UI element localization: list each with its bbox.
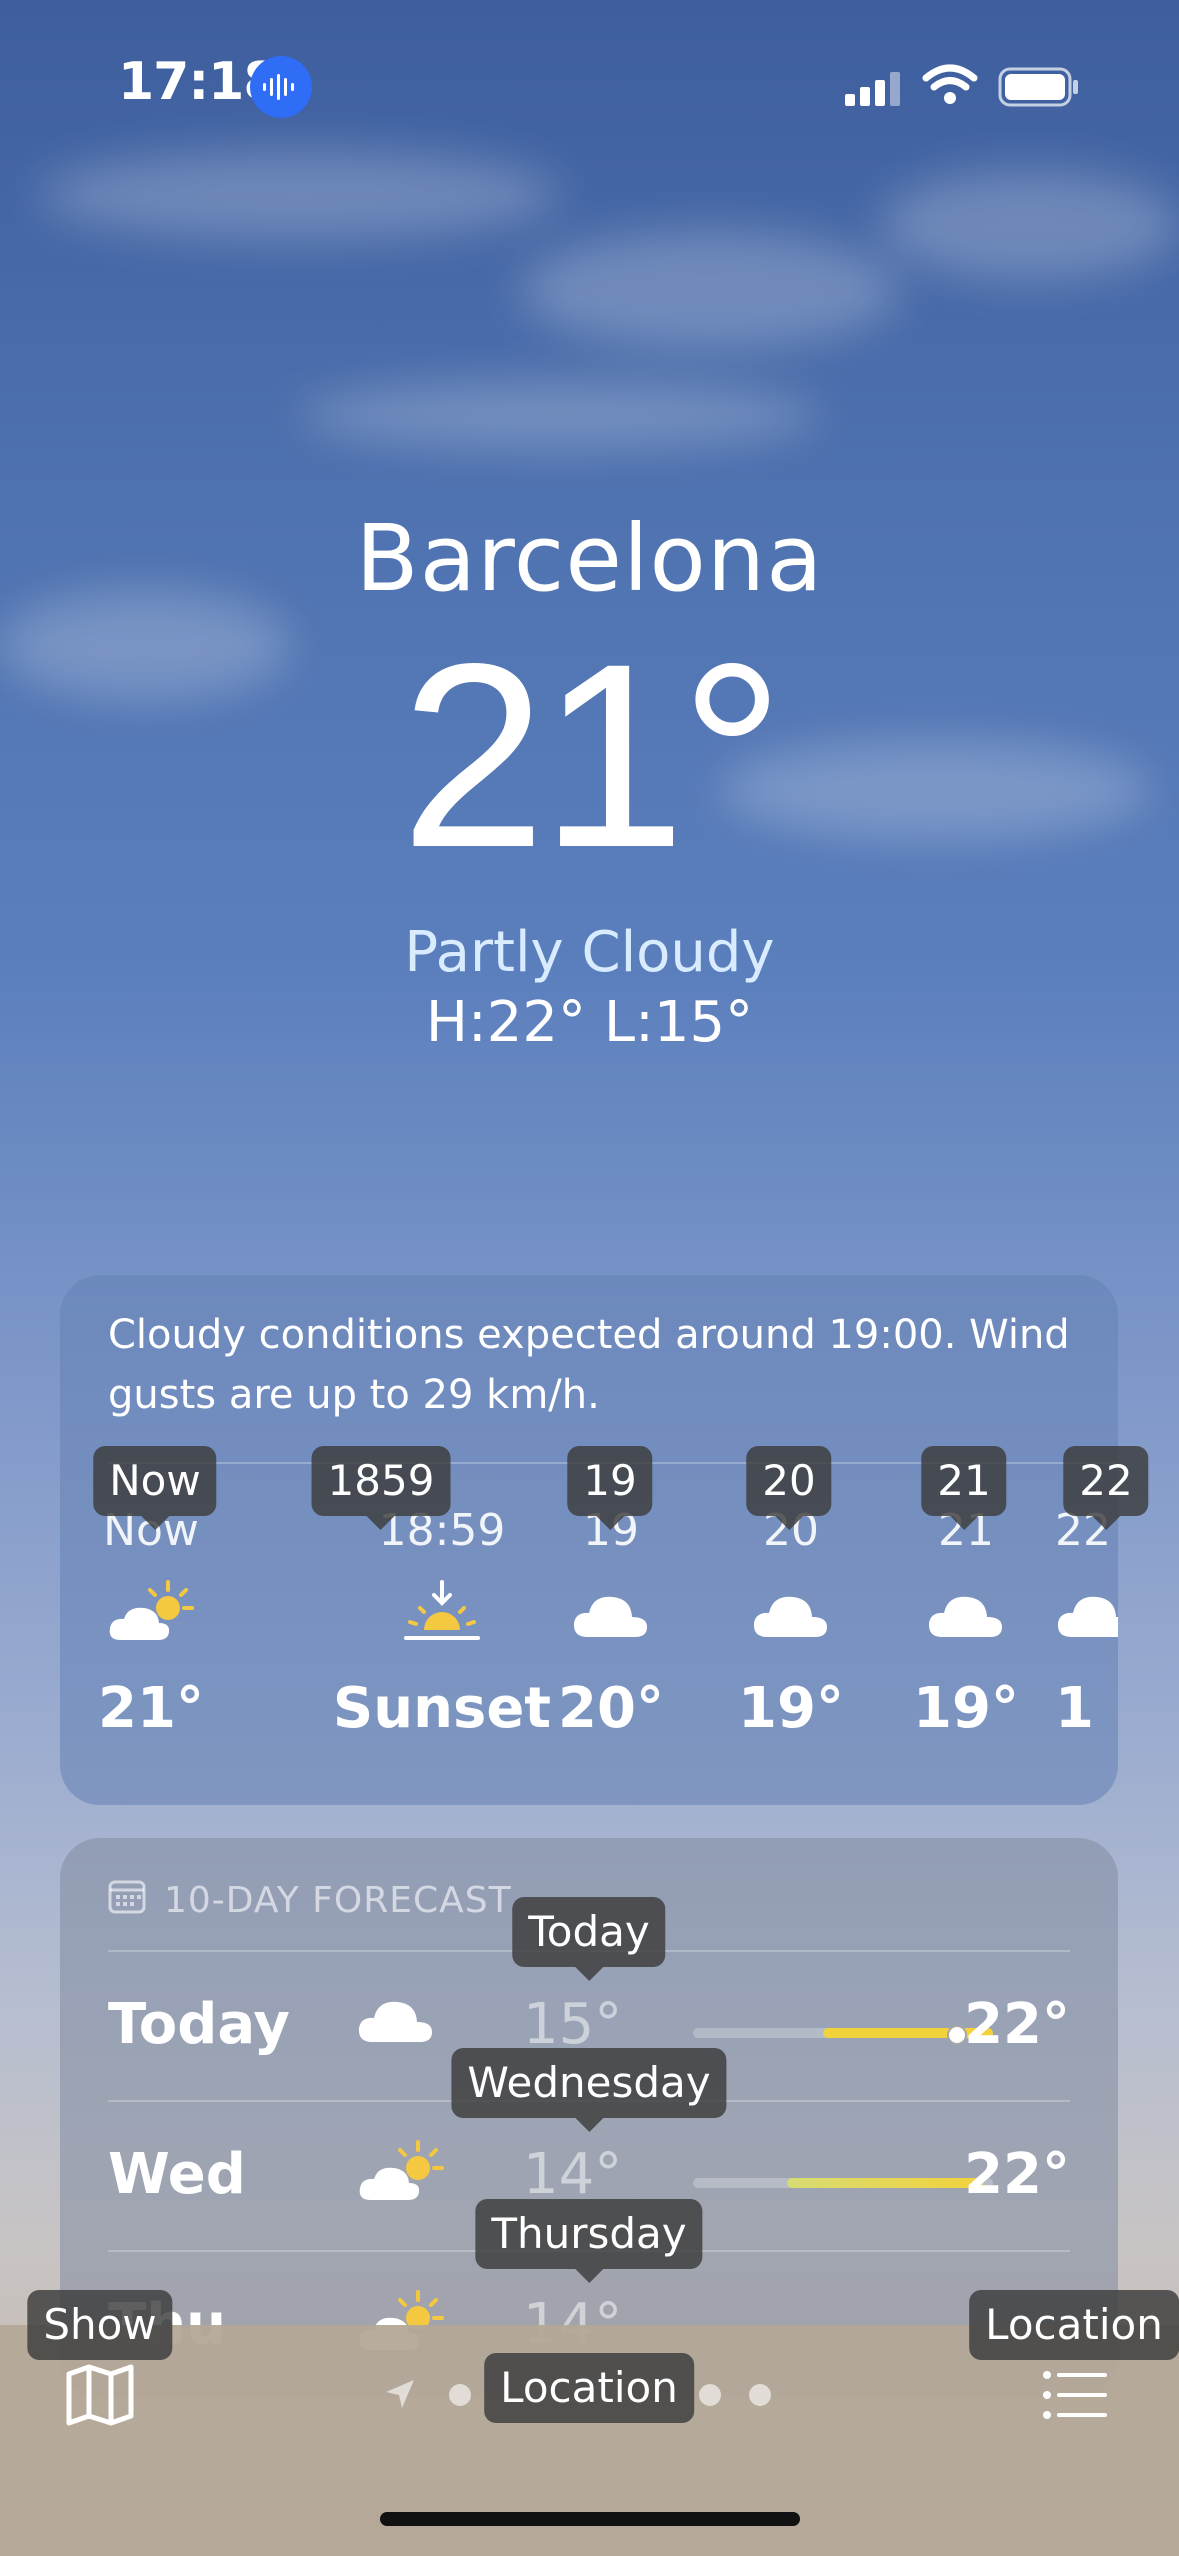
hour-temp: 19° bbox=[913, 1676, 1019, 1741]
hourly-item[interactable]: 22 1 bbox=[1055, 1505, 1118, 1741]
page-dot bbox=[699, 2384, 721, 2406]
hourly-item[interactable]: Now 21° bbox=[66, 1505, 236, 1741]
hour-temp: 20° bbox=[558, 1676, 664, 1741]
tooltip-22: 22 bbox=[1063, 1446, 1149, 1530]
hour-temp: 19° bbox=[738, 1676, 844, 1741]
high-low-temperature: H:22° L:15° bbox=[425, 990, 754, 1055]
page-dot bbox=[449, 2384, 471, 2406]
sky-cloud bbox=[520, 230, 900, 350]
sky-cloud bbox=[300, 380, 820, 450]
tooltip-location-center: Location bbox=[484, 2353, 694, 2423]
cloud-icon bbox=[881, 1578, 1051, 1648]
tooltip-location-right: Location bbox=[969, 2290, 1179, 2360]
tooltip-20: 20 bbox=[746, 1446, 832, 1530]
list-icon[interactable] bbox=[1035, 2355, 1115, 2435]
cellular-signal-icon bbox=[845, 72, 905, 110]
forecast-day: Wed bbox=[108, 2142, 246, 2207]
calendar-icon bbox=[108, 1878, 164, 1923]
hour-temp: 21° bbox=[98, 1676, 204, 1741]
cloud-icon bbox=[706, 1578, 876, 1648]
temperature-range-bar bbox=[693, 2178, 993, 2188]
location-arrow-icon bbox=[384, 2378, 416, 2414]
city-name: Barcelona bbox=[355, 505, 824, 612]
tooltip-wednesday: Wednesday bbox=[451, 2048, 727, 2132]
temperature-range-bar bbox=[693, 2025, 993, 2045]
battery-icon bbox=[998, 67, 1080, 111]
forecast-day: Today bbox=[108, 1992, 290, 2057]
sky-cloud bbox=[880, 170, 1179, 280]
tooltip-today: Today bbox=[512, 1897, 666, 1981]
map-icon[interactable] bbox=[60, 2355, 140, 2435]
wifi-icon bbox=[922, 64, 978, 110]
voice-recording-icon[interactable] bbox=[250, 56, 312, 118]
hourly-summary: Cloudy conditions expected around 19:00.… bbox=[108, 1312, 1070, 1418]
weather-screen: 17:18 Barcelona 21° Partly Cloudy H:22° … bbox=[0, 0, 1179, 2556]
tooltip-1859: 1859 bbox=[311, 1446, 451, 1530]
sky-cloud bbox=[40, 150, 560, 240]
current-temperature: 21° bbox=[400, 609, 784, 902]
cloud-icon bbox=[356, 1988, 436, 2052]
partly-cloudy-icon bbox=[66, 1578, 236, 1648]
tooltip-19: 19 bbox=[567, 1446, 653, 1530]
partly-cloudy-icon bbox=[356, 2138, 446, 2212]
current-condition: Partly Cloudy bbox=[404, 920, 775, 985]
temperature-range-fill bbox=[787, 2178, 983, 2188]
hourly-item[interactable]: 20 19° bbox=[706, 1505, 876, 1741]
cloud-icon bbox=[526, 1578, 696, 1648]
page-dot bbox=[749, 2384, 771, 2406]
hourly-item[interactable]: 21 19° bbox=[881, 1505, 1051, 1741]
forecast-high: 22° bbox=[964, 2142, 1070, 2207]
cloud-icon bbox=[1055, 1578, 1118, 1648]
forecast-low: 14° bbox=[523, 2142, 623, 2207]
tooltip-thursday: Thursday bbox=[475, 2199, 703, 2283]
tooltip-now: Now bbox=[93, 1446, 217, 1530]
hourly-forecast-card[interactable]: Cloudy conditions expected around 19:00.… bbox=[60, 1275, 1118, 1805]
home-indicator[interactable] bbox=[380, 2512, 800, 2526]
tooltip-21: 21 bbox=[921, 1446, 1007, 1530]
forecast-title: 10-DAY FORECAST bbox=[164, 1880, 512, 1921]
hourly-item[interactable]: 19 20° bbox=[526, 1505, 696, 1741]
hour-temp: 1 bbox=[1055, 1676, 1094, 1741]
forecast-high: 22° bbox=[964, 1992, 1070, 2057]
tooltip-show: Show bbox=[27, 2290, 173, 2360]
forecast-header: 10-DAY FORECAST bbox=[108, 1878, 512, 1923]
